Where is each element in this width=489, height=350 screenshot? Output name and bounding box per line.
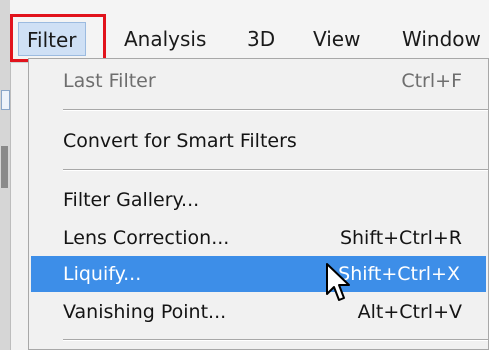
menu-separator (63, 109, 488, 111)
menu-analysis[interactable]: Analysis (124, 22, 206, 56)
menu-item-convert-smart-filters[interactable]: Convert for Smart Filters (35, 123, 488, 159)
menu-item-label: Liquify... (63, 263, 142, 285)
filter-dropdown-menu: Last Filter Ctrl+F Convert for Smart Fil… (28, 58, 489, 350)
menu-view[interactable]: View (313, 22, 360, 56)
menu-item-shortcut: Ctrl+F (401, 70, 462, 92)
menu-item-shortcut: Shift+Ctrl+X (338, 263, 460, 285)
menu-3d[interactable]: 3D (247, 22, 275, 56)
menu-item-vanishing-point[interactable]: Vanishing Point... Alt+Ctrl+V (35, 294, 488, 330)
menu-item-lens-correction[interactable]: Lens Correction... Shift+Ctrl+R (35, 220, 488, 256)
menu-item-label: Lens Correction... (63, 227, 230, 249)
menu-bar: Filter Analysis 3D View Window (10, 0, 489, 63)
menu-window[interactable]: Window (402, 22, 481, 56)
menu-item-last-filter[interactable]: Last Filter Ctrl+F (35, 63, 488, 99)
menu-item-label: Filter Gallery... (63, 189, 200, 211)
panel-edge-control[interactable] (1, 90, 10, 110)
menu-item-shortcut: Alt+Ctrl+V (357, 301, 462, 323)
menu-item-label: Vanishing Point... (63, 301, 227, 323)
menu-filter[interactable]: Filter (18, 22, 86, 56)
menu-item-label: Last Filter (63, 70, 156, 92)
menu-separator (63, 169, 488, 171)
menu-item-shortcut: Shift+Ctrl+R (339, 227, 462, 249)
menu-separator (63, 339, 488, 341)
panel-edge-scrollbar[interactable] (1, 146, 8, 188)
menu-item-filter-gallery[interactable]: Filter Gallery... (35, 182, 488, 218)
menu-item-liquify[interactable]: Liquify... Shift+Ctrl+X (31, 256, 486, 292)
menu-item-label: Convert for Smart Filters (63, 130, 297, 152)
